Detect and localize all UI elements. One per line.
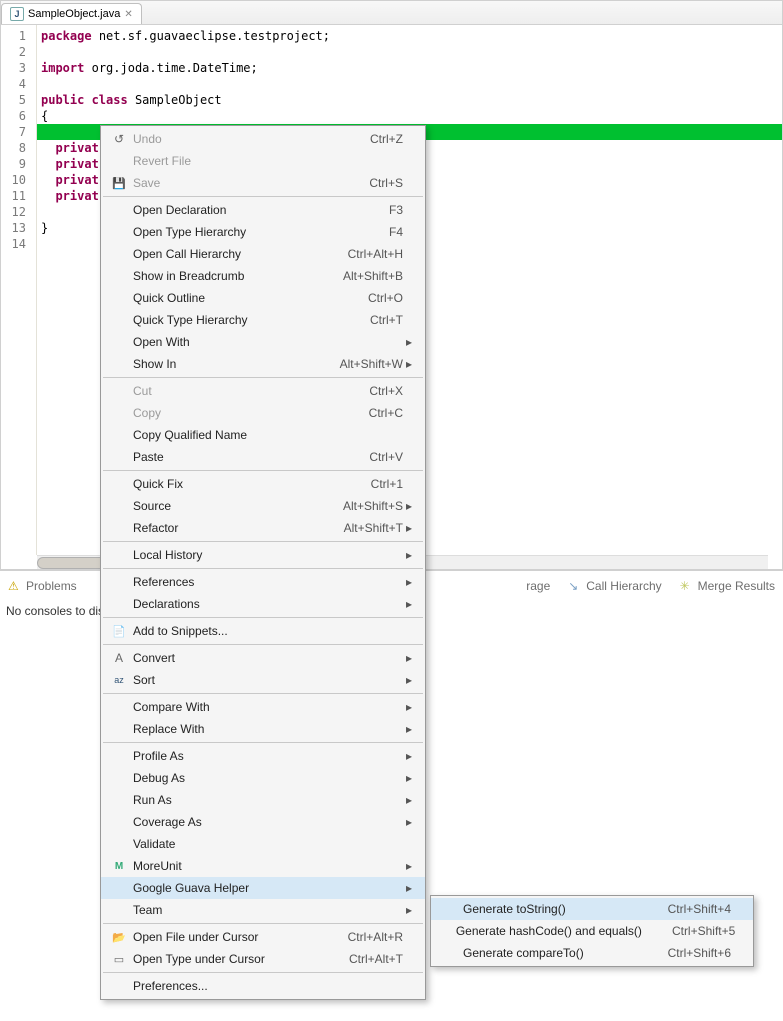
menu-open-call-hierarchy[interactable]: Open Call HierarchyCtrl+Alt+H: [101, 243, 425, 265]
menu-paste[interactable]: PasteCtrl+V: [101, 446, 425, 468]
tab-bar: J SampleObject.java ✕: [1, 1, 782, 25]
menu-separator: [103, 377, 423, 378]
undo-icon: [109, 132, 129, 146]
menu-add-snippets[interactable]: Add to Snippets...: [101, 620, 425, 642]
menu-open-declaration[interactable]: Open DeclarationF3: [101, 199, 425, 221]
menu-compare-with[interactable]: Compare With▸: [101, 696, 425, 718]
menu-quick-fix[interactable]: Quick FixCtrl+1: [101, 473, 425, 495]
moreunit-icon: [109, 861, 129, 872]
menu-undo[interactable]: UndoCtrl+Z: [101, 128, 425, 150]
problems-icon: [8, 579, 22, 593]
menu-open-file-under-cursor[interactable]: Open File under CursorCtrl+Alt+R: [101, 926, 425, 948]
menu-separator: [103, 568, 423, 569]
menu-separator: [103, 923, 423, 924]
file-tab[interactable]: J SampleObject.java ✕: [1, 3, 142, 24]
convert-icon: [109, 651, 129, 665]
menu-preferences[interactable]: Preferences...: [101, 975, 425, 997]
call-hierarchy-icon: [568, 579, 582, 593]
menu-open-type-under-cursor[interactable]: Open Type under CursorCtrl+Alt+T: [101, 948, 425, 970]
sort-icon: [109, 675, 129, 685]
menu-refactor[interactable]: RefactorAlt+Shift+T▸: [101, 517, 425, 539]
guava-submenu: Generate toString()Ctrl+Shift+4 Generate…: [430, 895, 754, 967]
menu-coverage-as[interactable]: Coverage As▸: [101, 811, 425, 833]
menu-save[interactable]: SaveCtrl+S: [101, 172, 425, 194]
menu-run-as[interactable]: Run As▸: [101, 789, 425, 811]
menu-separator: [103, 742, 423, 743]
tab-filename: SampleObject.java: [28, 8, 120, 20]
menu-show-in[interactable]: Show InAlt+Shift+W▸: [101, 353, 425, 375]
menu-revert-file[interactable]: Revert File: [101, 150, 425, 172]
submenu-generate-hashcode-equals[interactable]: Generate hashCode() and equals()Ctrl+Shi…: [431, 920, 753, 942]
menu-quick-outline[interactable]: Quick OutlineCtrl+O: [101, 287, 425, 309]
menu-google-guava-helper[interactable]: Google Guava Helper▸: [101, 877, 425, 899]
close-icon[interactable]: ✕: [124, 9, 132, 20]
menu-sort[interactable]: Sort▸: [101, 669, 425, 691]
submenu-generate-compareto[interactable]: Generate compareTo()Ctrl+Shift+6: [431, 942, 753, 964]
menu-copy-qualified-name[interactable]: Copy Qualified Name: [101, 424, 425, 446]
menu-moreunit[interactable]: MoreUnit▸: [101, 855, 425, 877]
menu-source[interactable]: SourceAlt+Shift+S▸: [101, 495, 425, 517]
menu-validate[interactable]: Validate: [101, 833, 425, 855]
menu-separator: [103, 644, 423, 645]
menu-replace-with[interactable]: Replace With▸: [101, 718, 425, 740]
menu-separator: [103, 617, 423, 618]
menu-separator: [103, 693, 423, 694]
menu-convert[interactable]: Convert▸: [101, 647, 425, 669]
menu-copy[interactable]: CopyCtrl+C: [101, 402, 425, 424]
menu-team[interactable]: Team▸: [101, 899, 425, 921]
java-file-icon: J: [10, 7, 24, 21]
menu-references[interactable]: References▸: [101, 571, 425, 593]
menu-separator: [103, 541, 423, 542]
menu-open-with[interactable]: Open With▸: [101, 331, 425, 353]
menu-debug-as[interactable]: Debug As▸: [101, 767, 425, 789]
menu-show-breadcrumb[interactable]: Show in BreadcrumbAlt+Shift+B: [101, 265, 425, 287]
menu-separator: [103, 972, 423, 973]
merge-results-tab[interactable]: Merge Results: [680, 579, 775, 593]
menu-declarations[interactable]: Declarations▸: [101, 593, 425, 615]
menu-profile-as[interactable]: Profile As▸: [101, 745, 425, 767]
menu-separator: [103, 470, 423, 471]
merge-results-icon: [680, 579, 694, 593]
call-hierarchy-tab[interactable]: Call Hierarchy: [568, 579, 661, 593]
coverage-tab-partial[interactable]: rage: [526, 579, 550, 593]
open-type-icon: [109, 953, 129, 966]
line-gutter: 1 2 3 4 5 6 7 8 9 10 11 12 13 14: [1, 25, 37, 555]
problems-tab[interactable]: Problems: [8, 579, 77, 593]
open-file-icon: [109, 931, 129, 944]
menu-separator: [103, 196, 423, 197]
snippets-icon: [109, 625, 129, 638]
menu-cut[interactable]: CutCtrl+X: [101, 380, 425, 402]
context-menu: UndoCtrl+Z Revert File SaveCtrl+S Open D…: [100, 125, 426, 1000]
submenu-generate-tostring[interactable]: Generate toString()Ctrl+Shift+4: [431, 898, 753, 920]
menu-quick-type-hierarchy[interactable]: Quick Type HierarchyCtrl+T: [101, 309, 425, 331]
menu-open-type-hierarchy[interactable]: Open Type HierarchyF4: [101, 221, 425, 243]
save-icon: [109, 177, 129, 190]
menu-local-history[interactable]: Local History▸: [101, 544, 425, 566]
